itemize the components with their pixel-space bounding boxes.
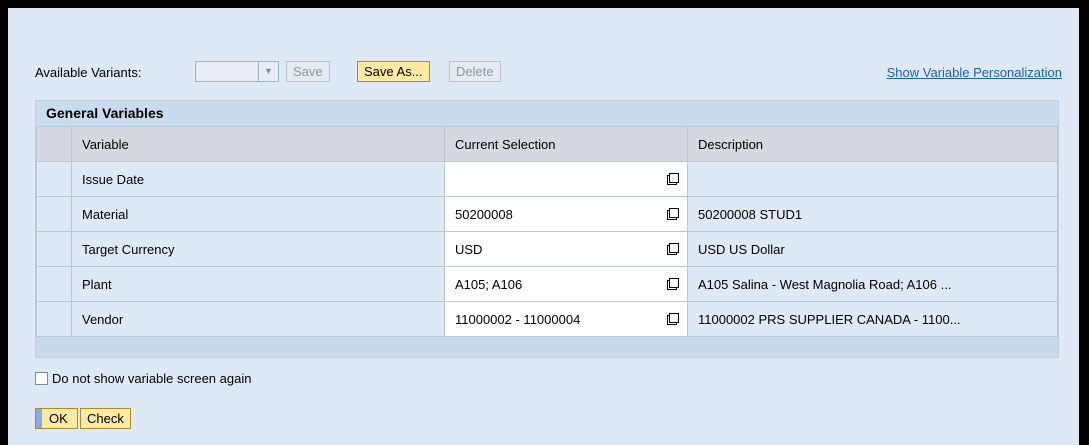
check-button[interactable]: Check xyxy=(80,408,131,429)
selection-input[interactable] xyxy=(444,161,688,197)
description-cell: 11000002 PRS SUPPLIER CANADA - 1100... xyxy=(687,301,1058,337)
ok-button[interactable]: OK xyxy=(35,408,78,429)
variable-name-cell: Plant xyxy=(71,266,445,302)
save-button[interactable]: Save xyxy=(286,61,330,82)
row-selector[interactable] xyxy=(36,301,72,337)
variants-toolbar: Available Variants: ▼ Save Save As... De… xyxy=(35,61,1065,85)
table-row: Issue Date xyxy=(36,161,1058,197)
description-cell xyxy=(687,161,1058,197)
column-header-current-selection: Current Selection xyxy=(444,126,688,162)
do-not-show-checkbox[interactable] xyxy=(35,372,48,385)
variable-name-cell: Issue Date xyxy=(71,161,445,197)
column-header-description: Description xyxy=(687,126,1058,162)
selection-value: 50200008 xyxy=(455,206,513,222)
variable-screen-panel: Available Variants: ▼ Save Save As... De… xyxy=(8,8,1083,445)
description-cell: 50200008 STUD1 xyxy=(687,196,1058,232)
row-selector[interactable] xyxy=(36,231,72,267)
variant-dropdown[interactable]: ▼ xyxy=(195,61,279,82)
save-as-button[interactable]: Save As... xyxy=(357,61,430,82)
row-selector[interactable] xyxy=(36,196,72,232)
selection-input[interactable]: 50200008 xyxy=(444,196,688,232)
do-not-show-label: Do not show variable screen again xyxy=(52,371,252,386)
table-row: Material 50200008 50200008 STUD1 xyxy=(36,196,1058,232)
selection-input[interactable]: A105; A106 xyxy=(444,266,688,302)
value-help-icon[interactable] xyxy=(667,173,679,185)
variable-name-cell: Target Currency xyxy=(71,231,445,267)
description-cell: A105 Salina - West Magnolia Road; A106 .… xyxy=(687,266,1058,302)
table-row: Target Currency USD USD US Dollar xyxy=(36,231,1058,267)
description-cell: USD US Dollar xyxy=(687,231,1058,267)
variable-name-cell: Material xyxy=(71,196,445,232)
selection-input[interactable]: USD xyxy=(444,231,688,267)
ok-button-label: OK xyxy=(49,411,68,426)
row-selector[interactable] xyxy=(36,161,72,197)
selection-value: USD xyxy=(455,241,483,257)
selection-value: 11000002 - 11000004 xyxy=(455,311,581,327)
delete-button[interactable]: Delete xyxy=(449,61,501,82)
value-help-icon[interactable] xyxy=(667,208,679,220)
column-header-variable: Variable xyxy=(71,126,445,162)
value-help-icon[interactable] xyxy=(667,313,679,325)
value-help-icon[interactable] xyxy=(667,278,679,290)
chevron-down-icon[interactable]: ▼ xyxy=(258,62,278,81)
table-header-row: Variable Current Selection Description xyxy=(36,126,1058,162)
page: Available Variants: ▼ Save Save As... De… xyxy=(0,0,1089,445)
selection-input[interactable]: 11000002 - 11000004 xyxy=(444,301,688,337)
value-help-icon[interactable] xyxy=(667,243,679,255)
general-variables-panel: General Variables Variable Current Selec… xyxy=(35,100,1059,358)
show-variable-personalization-link[interactable]: Show Variable Personalization xyxy=(887,65,1062,80)
ok-button-focus-edge xyxy=(36,409,42,428)
table-row: Vendor 11000002 - 11000004 11000002 PRS … xyxy=(36,301,1058,337)
table-row: Plant A105; A106 A105 Salina - West Magn… xyxy=(36,266,1058,302)
selection-value: A105; A106 xyxy=(455,276,523,292)
variable-name-cell: Vendor xyxy=(71,301,445,337)
available-variants-label: Available Variants: xyxy=(35,65,142,80)
row-selector-header xyxy=(36,126,72,162)
row-selector[interactable] xyxy=(36,266,72,302)
variables-table: Variable Current Selection Description I… xyxy=(36,126,1058,337)
general-variables-title: General Variables xyxy=(36,101,1058,126)
